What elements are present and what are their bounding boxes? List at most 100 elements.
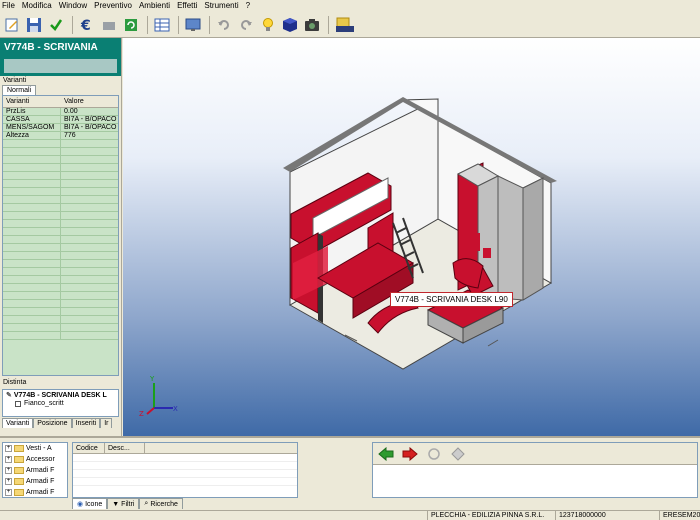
- table-row: [3, 252, 118, 260]
- menu-ambienti[interactable]: Ambienti: [139, 0, 170, 12]
- variant-value[interactable]: BI7A - B/OPACO: [61, 116, 118, 123]
- stop-button[interactable]: [449, 445, 467, 463]
- navigation-toolbar: [373, 443, 697, 465]
- distinta-item[interactable]: ✎ V774B - SCRIVANIA DESK L: [3, 390, 118, 400]
- table-button[interactable]: [152, 15, 172, 35]
- expand-icon[interactable]: +: [5, 478, 12, 485]
- tab-ricerche[interactable]: ⌕ Ricerche: [139, 498, 183, 509]
- expand-icon[interactable]: +: [5, 489, 12, 496]
- tab-ricerche-label: Ricerche: [150, 500, 178, 508]
- menu-modifica[interactable]: Modifica: [22, 0, 52, 12]
- back-button[interactable]: [377, 445, 395, 463]
- variant-value[interactable]: 776: [61, 132, 118, 139]
- grid-header-varianti[interactable]: Varianti: [3, 98, 61, 105]
- expand-icon[interactable]: +: [5, 445, 12, 452]
- menu-file[interactable]: File: [2, 0, 15, 12]
- tab-filtri[interactable]: ▼ Filtri: [107, 498, 140, 509]
- folder-icon: [14, 467, 24, 474]
- distinta-subitem-label: Fianco_scritt: [24, 400, 64, 407]
- menu-preventivo[interactable]: Preventivo: [94, 0, 132, 12]
- tree-item[interactable]: + Accessor: [3, 454, 67, 465]
- variant-name: MENS/SAGOM: [3, 124, 61, 131]
- tab-inseriti[interactable]: Inseriti: [71, 418, 101, 428]
- menu-help[interactable]: ?: [246, 0, 250, 12]
- table-row: [3, 212, 118, 220]
- tab-posizione[interactable]: Posizione: [33, 418, 72, 428]
- undo-button[interactable]: [214, 15, 234, 35]
- toolbar-separator: [209, 15, 210, 34]
- render-button[interactable]: [280, 15, 300, 35]
- table-row: [3, 308, 118, 316]
- tab-normali[interactable]: Normali: [2, 85, 37, 95]
- folder-icon: [14, 478, 24, 485]
- table-row: [3, 156, 118, 164]
- status-bar: PLECCHIA - EDILIZIA PINNA S.R.L. 1237180…: [0, 510, 700, 520]
- room-render: Y X Z: [139, 97, 557, 418]
- distinta-subitem[interactable]: Fianco_scritt: [3, 400, 118, 407]
- refresh-button[interactable]: [121, 15, 141, 35]
- tab-icone[interactable]: ◉ Icone: [72, 498, 108, 509]
- tree-item-label: Armadi F: [26, 478, 55, 485]
- list-header-codice[interactable]: Codice: [73, 443, 105, 453]
- table-row[interactable]: MENS/SAGOM BI7A - B/OPACO: [3, 124, 118, 132]
- title-sub-band: [4, 59, 117, 73]
- article-list[interactable]: Codice Desc...: [72, 442, 298, 498]
- catalog-panel: + Vesti - A + Accessor + Armadi F + Armadi F…: [0, 436, 700, 510]
- table-row: [3, 196, 118, 204]
- view-button[interactable]: [183, 15, 203, 35]
- tab-icone-label: Icone: [85, 500, 103, 508]
- list-header: Codice Desc...: [73, 443, 297, 454]
- price-button[interactable]: €: [77, 15, 97, 35]
- toolbar-separator: [72, 15, 73, 34]
- menu-strumenti[interactable]: Strumenti: [204, 0, 238, 12]
- menu-effetti[interactable]: Effetti: [177, 0, 197, 12]
- variants-grid: Varianti Valore PrzLis 0.00 CASSA BI7A -…: [2, 95, 119, 376]
- table-row: [3, 268, 118, 276]
- table-row: [3, 164, 118, 172]
- table-row[interactable]: Altezza 776: [3, 132, 118, 140]
- tree-item[interactable]: + Armadi F: [3, 476, 67, 487]
- table-row: [3, 276, 118, 284]
- list-item: [73, 454, 297, 462]
- edit-button[interactable]: [2, 15, 22, 35]
- diamond-icon: [451, 446, 465, 461]
- light-button[interactable]: [258, 15, 278, 35]
- checkbox[interactable]: [15, 400, 21, 407]
- table-row[interactable]: PrzLis 0.00: [3, 108, 118, 116]
- variant-name: CASSA: [3, 116, 61, 123]
- expand-icon[interactable]: +: [5, 467, 12, 474]
- tree-item[interactable]: + Armadi F: [3, 487, 67, 497]
- table-row: [3, 260, 118, 268]
- edit-icon: [5, 18, 18, 31]
- dwg-icon: [336, 17, 354, 32]
- save-button[interactable]: [24, 15, 44, 35]
- redo-button[interactable]: [236, 15, 256, 35]
- variant-value[interactable]: BI7A - B/OPACO: [61, 124, 118, 131]
- folder-icon: [14, 445, 24, 452]
- box-button[interactable]: [99, 15, 119, 35]
- reload-button[interactable]: [425, 445, 443, 463]
- menu-window[interactable]: Window: [59, 0, 87, 12]
- tab-varianti[interactable]: Varianti: [2, 418, 34, 428]
- 3d-viewport[interactable]: Y X Z V774B - SCRIVANIA DESK L90: [123, 38, 700, 436]
- tree-item[interactable]: + Armadi F: [3, 465, 67, 476]
- tab-ir[interactable]: Ir: [100, 418, 113, 428]
- table-icon: [154, 18, 170, 31]
- confirm-button[interactable]: [46, 15, 66, 35]
- status-code: 123718000000: [556, 511, 660, 520]
- arrow-right-icon: [402, 446, 418, 461]
- catalog-tree: + Vesti - A + Accessor + Armadi F + Armadi F…: [2, 442, 68, 498]
- variant-value[interactable]: 0.00: [61, 108, 118, 115]
- forward-button[interactable]: [401, 445, 419, 463]
- arrow-left-icon: [378, 446, 394, 461]
- grid-header-valore[interactable]: Valore: [61, 98, 84, 105]
- status-spacer: [0, 511, 428, 520]
- camera-button[interactable]: [302, 15, 322, 35]
- table-row: [3, 140, 118, 148]
- expand-icon[interactable]: +: [5, 456, 12, 463]
- list-header-desc[interactable]: Desc...: [105, 443, 145, 453]
- dwg-button[interactable]: [333, 15, 357, 35]
- search-icon: ⌕: [144, 500, 149, 507]
- table-row[interactable]: CASSA BI7A - B/OPACO: [3, 116, 118, 124]
- tree-item[interactable]: + Vesti - A: [3, 443, 67, 454]
